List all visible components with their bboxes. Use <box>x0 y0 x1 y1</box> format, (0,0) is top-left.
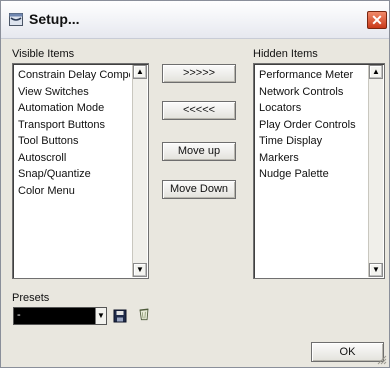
visible-items-list[interactable]: Constrain Delay CompensationView Switche… <box>12 63 149 279</box>
list-item[interactable]: View Switches <box>15 84 130 101</box>
close-icon: ✕ <box>371 12 383 28</box>
visible-items-label: Visible Items <box>12 48 75 60</box>
list-item[interactable]: Play Order Controls <box>256 117 366 134</box>
trash-icon[interactable] <box>137 307 151 321</box>
list-item[interactable]: Snap/Quantize <box>15 166 130 183</box>
hidden-items-list[interactable]: Performance Meter Network Controls Locator… <box>253 63 385 279</box>
list-item[interactable]: Locators <box>256 100 366 117</box>
list-item[interactable]: Time Display <box>256 133 366 150</box>
scroll-up-icon[interactable]: ▲ <box>369 65 383 79</box>
chevron-down-icon[interactable]: ▼ <box>95 308 106 324</box>
scroll-down-icon[interactable]: ▼ <box>369 263 383 277</box>
resize-grip-icon[interactable] <box>375 353 387 365</box>
list-item[interactable]: Color Menu <box>15 183 130 200</box>
save-icon[interactable] <box>113 309 127 323</box>
ok-button[interactable]: OK <box>311 342 384 362</box>
list-item[interactable]: Constrain Delay Compensation <box>15 67 130 84</box>
move-to-visible-button[interactable]: <<<<< <box>162 101 236 120</box>
list-item[interactable]: Autoscroll <box>15 150 130 167</box>
visible-list-scrollbar[interactable]: ▲ ▼ <box>132 65 147 277</box>
window-setup-icon <box>9 13 23 26</box>
list-item[interactable]: Automation Mode <box>15 100 130 117</box>
list-item[interactable]: Tool Buttons <box>15 133 130 150</box>
scroll-up-icon[interactable]: ▲ <box>133 65 147 79</box>
hidden-list-scrollbar[interactable]: ▲ ▼ <box>368 65 383 277</box>
setup-dialog: Setup... ✕ Visible Items Constrain Delay… <box>0 0 390 368</box>
list-item[interactable]: Markers <box>256 150 366 167</box>
visible-items-container: Constrain Delay CompensationView Switche… <box>15 67 130 199</box>
list-item[interactable]: Nudge Palette <box>256 166 366 183</box>
hidden-items-label: Hidden Items <box>253 48 318 60</box>
presets-selected-value: - <box>17 309 21 321</box>
window-title: Setup... <box>29 11 80 27</box>
move-to-hidden-button[interactable]: >>>>> <box>162 64 236 83</box>
close-button[interactable]: ✕ <box>367 11 387 29</box>
move-up-button[interactable]: Move up <box>162 142 236 161</box>
presets-label: Presets <box>12 292 50 304</box>
move-down-button[interactable]: Move Down <box>162 180 236 199</box>
title-bar[interactable]: Setup... ✕ <box>1 1 389 39</box>
presets-dropdown[interactable]: - ▼ <box>13 307 107 325</box>
hidden-items-container: Performance Meter Network Controls Locator… <box>256 67 366 183</box>
list-item[interactable]: Network Controls <box>256 84 366 101</box>
list-item[interactable]: Performance Meter <box>256 67 366 84</box>
scroll-down-icon[interactable]: ▼ <box>133 263 147 277</box>
list-item[interactable]: Transport Buttons <box>15 117 130 134</box>
